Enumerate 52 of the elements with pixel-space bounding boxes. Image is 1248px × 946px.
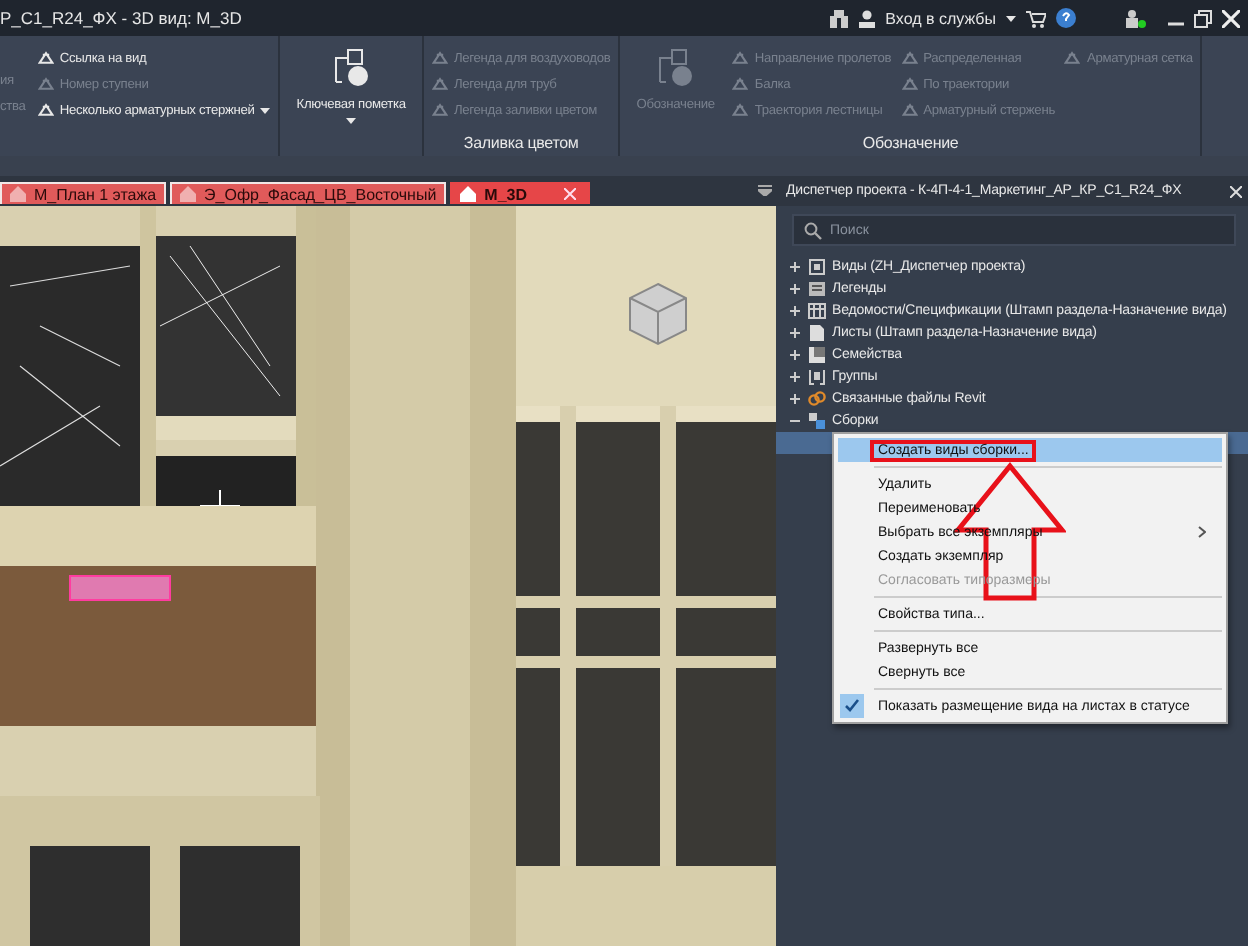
assemblies-icon — [808, 412, 826, 430]
tag-icon — [329, 48, 374, 92]
view-cube-icon[interactable] — [624, 280, 692, 348]
tool-icon — [901, 50, 918, 66]
tool-icon — [901, 102, 918, 118]
tool-icon — [732, 102, 749, 118]
document-tab[interactable]: Э_Офр_Фасад_ЦВ_Восточный — [170, 182, 447, 204]
links-icon — [808, 390, 826, 408]
tool-icon — [431, 76, 448, 92]
close-icon[interactable] — [1222, 9, 1240, 27]
expand-icon[interactable] — [788, 260, 802, 274]
tool-icon — [1064, 50, 1081, 66]
close-icon[interactable] — [1230, 185, 1242, 197]
expand-icon[interactable] — [788, 392, 802, 406]
search-icon — [804, 222, 822, 240]
collapse-icon[interactable] — [788, 414, 802, 428]
tool-icon — [431, 102, 448, 118]
tool-icon — [37, 76, 54, 92]
views-icon — [808, 258, 826, 276]
families-icon — [808, 346, 826, 364]
sign-in-menu[interactable]: Вход в службы — [885, 9, 996, 27]
tool-icon — [37, 50, 54, 66]
tool-icon — [431, 50, 448, 66]
panel-title: Заливка цветом — [463, 134, 579, 152]
dropdown-icon[interactable] — [758, 184, 772, 196]
people-icon[interactable] — [1126, 8, 1146, 28]
house-icon — [180, 186, 197, 202]
groups-icon — [808, 368, 826, 386]
restore-icon[interactable] — [1194, 9, 1212, 27]
tool-icon — [732, 50, 749, 66]
expand-icon[interactable] — [788, 282, 802, 296]
schedules-icon — [808, 302, 826, 320]
panel-title: Обозначение — [862, 134, 959, 152]
tool-icon — [37, 102, 54, 118]
sheets-icon — [808, 324, 826, 342]
expand-icon[interactable] — [788, 348, 802, 362]
expand-icon[interactable] — [788, 304, 802, 318]
caret-icon — [1006, 15, 1016, 21]
house-icon — [10, 186, 26, 202]
user-icon[interactable] — [857, 9, 876, 27]
window-title: Р_С1_R24_ФХ - 3D вид: М_3D — [0, 8, 244, 28]
tag-icon — [653, 48, 698, 92]
legends-icon — [808, 280, 826, 298]
expand-icon[interactable] — [788, 326, 802, 340]
house-icon — [460, 186, 477, 202]
tool-icon — [732, 76, 749, 92]
cart-icon[interactable] — [1026, 9, 1046, 27]
tool-icon — [901, 76, 918, 92]
document-tab[interactable]: М_План 1 этажа — [0, 182, 167, 204]
help-icon[interactable] — [1056, 8, 1076, 28]
expand-icon[interactable] — [788, 370, 802, 384]
document-tab[interactable]: М_3D — [450, 182, 590, 204]
